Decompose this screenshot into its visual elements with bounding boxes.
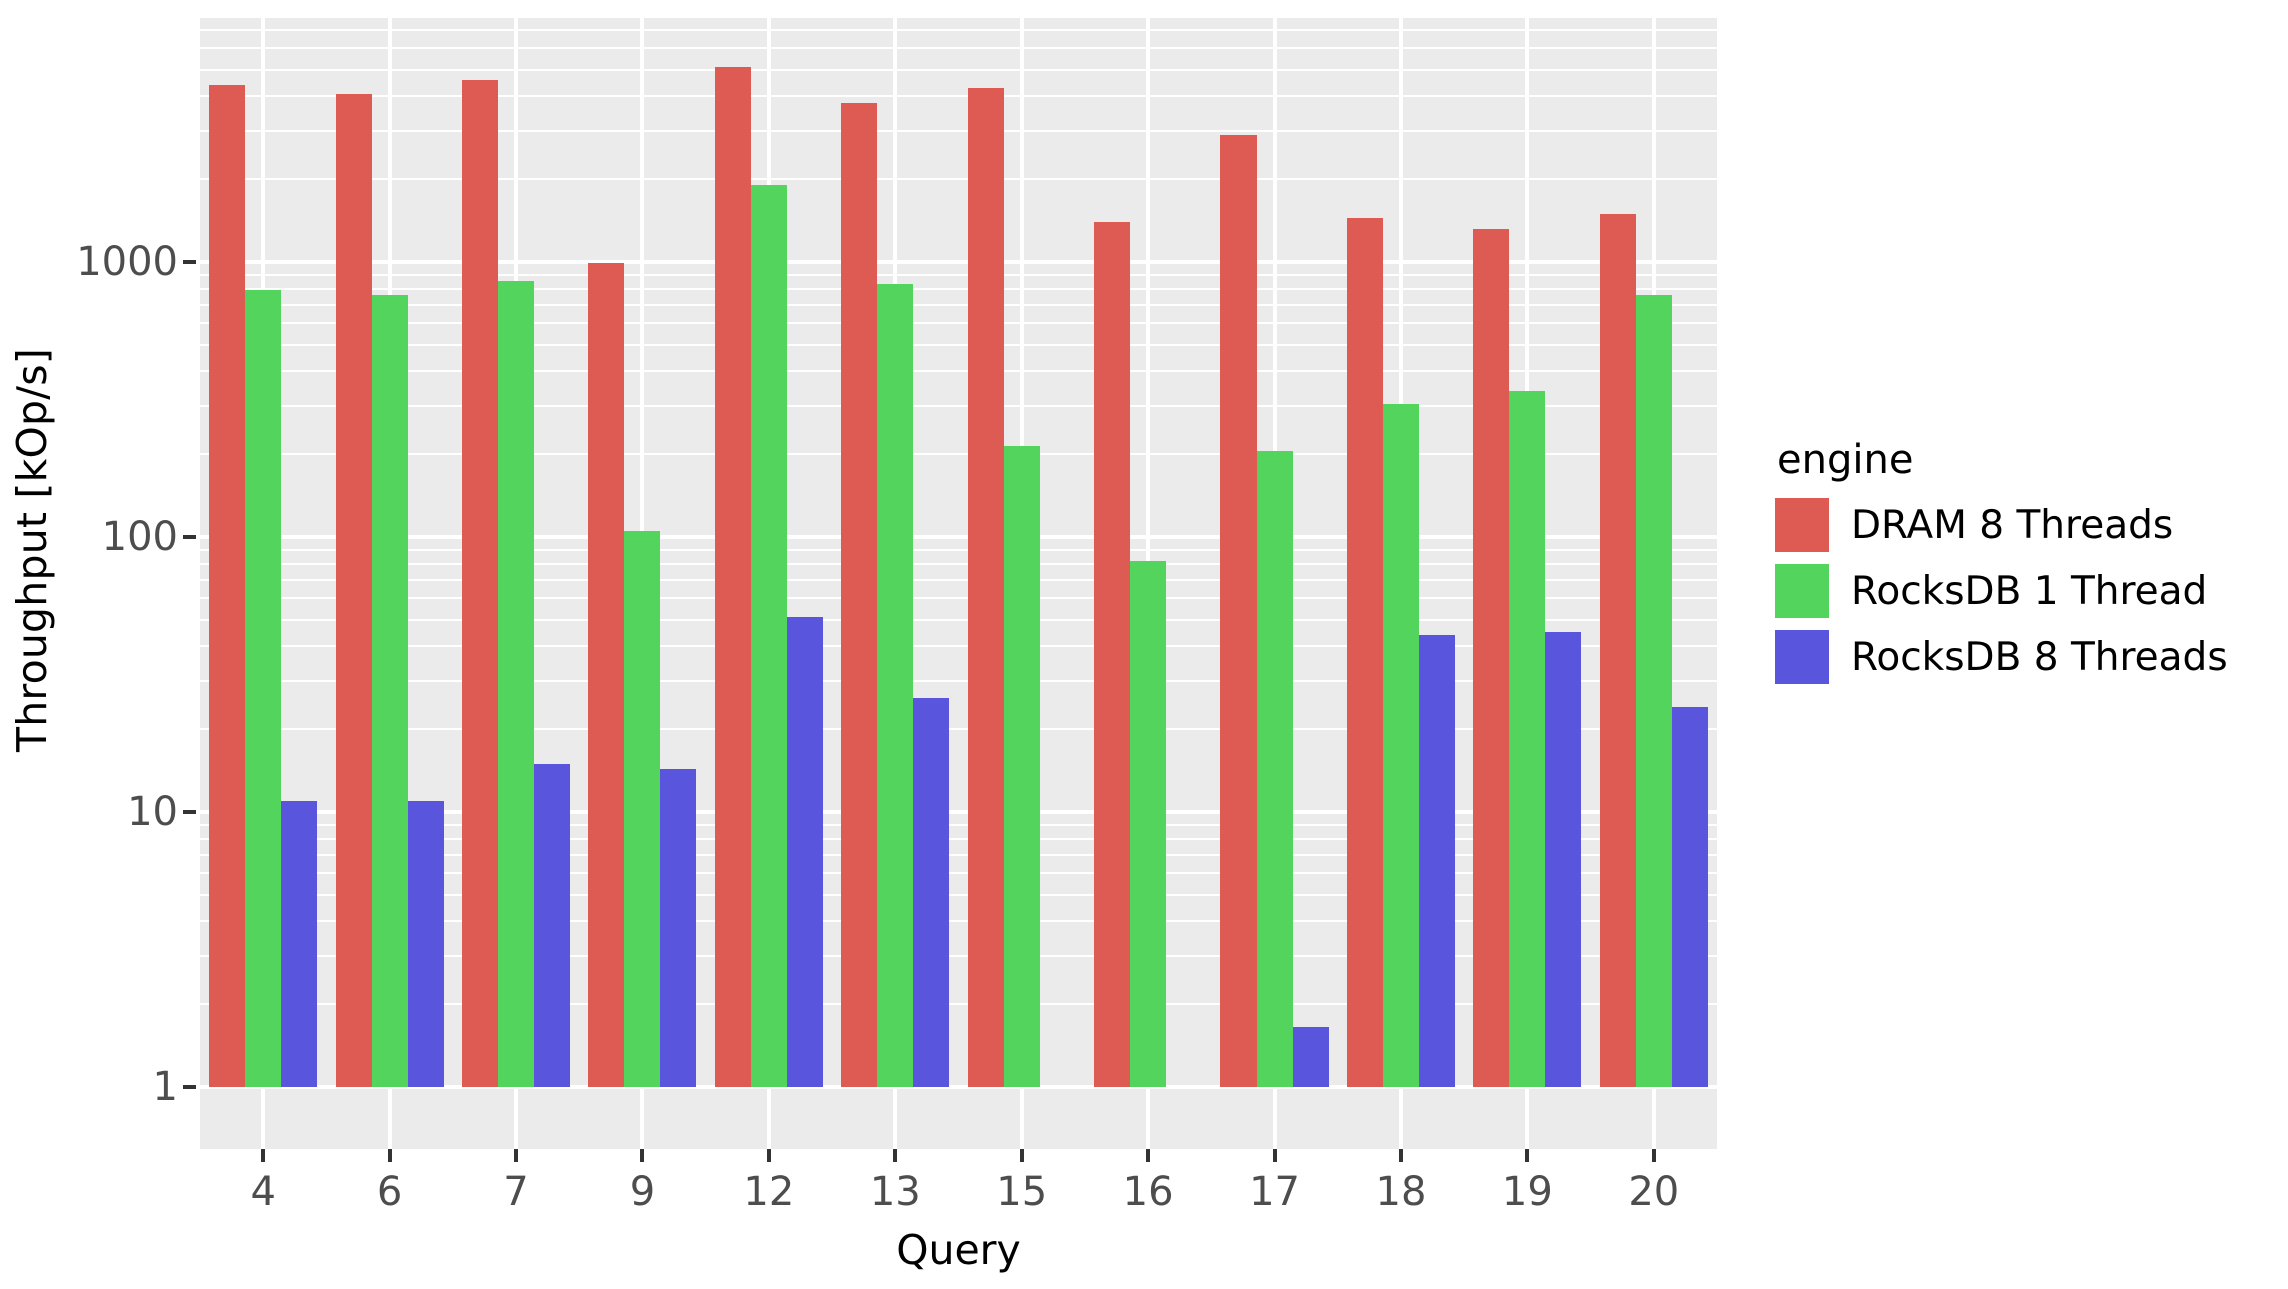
bar[interactable] xyxy=(1130,560,1167,1087)
bar[interactable] xyxy=(335,93,372,1087)
bar[interactable] xyxy=(407,800,444,1087)
legend-color-swatch xyxy=(1775,564,1829,618)
x-axis-tick-mark xyxy=(1019,1149,1024,1162)
x-axis-tick-mark xyxy=(640,1149,645,1162)
x-axis-title: Query xyxy=(896,1226,1021,1274)
bar[interactable] xyxy=(461,79,498,1087)
bar[interactable] xyxy=(534,763,571,1087)
bar-group xyxy=(967,18,1076,1149)
bar[interactable] xyxy=(281,800,318,1087)
y-axis-title-text: Throughput [kOp/s] xyxy=(8,348,56,752)
x-axis-tick-label: 15 xyxy=(996,1169,1048,1215)
bar[interactable] xyxy=(841,102,878,1087)
x-axis-tick-mark xyxy=(387,1149,392,1162)
x-axis-tick-mark xyxy=(1272,1149,1277,1162)
bar[interactable] xyxy=(750,185,787,1087)
bar-group xyxy=(461,18,571,1149)
bar-group xyxy=(588,18,697,1149)
legend: engine DRAM 8 Threads RocksDB 1 Thread Roc… xyxy=(1775,440,2275,690)
x-axis-tick-label: 7 xyxy=(503,1169,529,1215)
legend-entries: DRAM 8 Threads RocksDB 1 Thread RocksDB 8 … xyxy=(1775,492,2275,690)
y-axis-tick-mark xyxy=(183,260,196,264)
x-axis-tick-mark xyxy=(1398,1149,1403,1162)
legend-entry[interactable]: RocksDB 8 Threads xyxy=(1775,624,2275,690)
x-axis-tick-label: 17 xyxy=(1249,1169,1300,1215)
bar[interactable] xyxy=(1220,134,1257,1087)
x-axis-tick-mark xyxy=(1525,1149,1530,1162)
bar[interactable] xyxy=(1545,632,1582,1087)
bar-group xyxy=(1220,18,1329,1149)
bar[interactable] xyxy=(1599,213,1636,1087)
legend-entry-label: RocksDB 8 Threads xyxy=(1851,634,2228,680)
x-axis-tick-label: 6 xyxy=(376,1169,403,1215)
x-axis-tick-label: 12 xyxy=(743,1169,795,1215)
bar-group xyxy=(1094,18,1202,1149)
x-axis-tick-mark xyxy=(514,1149,519,1162)
x-axis-tick-mark xyxy=(1146,1149,1151,1162)
x-axis-tick-label: 16 xyxy=(1122,1169,1174,1215)
x-axis-tick-mark xyxy=(766,1149,771,1162)
legend-color-swatch xyxy=(1775,498,1829,552)
bar[interactable] xyxy=(498,281,535,1087)
bar[interactable] xyxy=(624,531,661,1087)
legend-title: engine xyxy=(1777,437,1914,483)
x-axis-tick-label: 9 xyxy=(629,1169,656,1215)
bar[interactable] xyxy=(1473,228,1510,1087)
x-axis-tick-label: 4 xyxy=(250,1169,276,1215)
legend-color-swatch xyxy=(1775,630,1829,684)
bar[interactable] xyxy=(1671,707,1708,1087)
bar[interactable] xyxy=(913,697,950,1087)
bar[interactable] xyxy=(371,294,408,1087)
y-axis-tick-label: 10 xyxy=(127,789,178,835)
bar[interactable] xyxy=(660,769,697,1087)
bar[interactable] xyxy=(714,67,751,1087)
bar[interactable] xyxy=(1094,221,1131,1087)
bar[interactable] xyxy=(1509,390,1546,1087)
y-axis-tick-mark xyxy=(183,1085,196,1089)
x-axis-tick-mark xyxy=(893,1149,898,1162)
y-axis-title: Throughput [kOp/s] xyxy=(0,0,64,1100)
x-axis-tick-mark xyxy=(1651,1149,1656,1162)
plot-panel xyxy=(200,18,1717,1149)
bar-group xyxy=(1473,18,1582,1149)
bar[interactable] xyxy=(1256,451,1293,1087)
bar[interactable] xyxy=(967,87,1004,1087)
bar[interactable] xyxy=(1418,635,1455,1087)
y-axis-tick-label: 1000 xyxy=(76,239,178,285)
y-axis-ticks: 1000 100 10 1 xyxy=(64,0,200,1289)
bar[interactable] xyxy=(786,617,823,1087)
legend-entry-label: RocksDB 1 Thread xyxy=(1851,568,2208,614)
bar[interactable] xyxy=(245,290,282,1087)
bar-group xyxy=(841,18,950,1149)
y-axis-tick-label: 100 xyxy=(101,514,178,560)
x-axis-tick-label: 18 xyxy=(1375,1169,1427,1215)
x-axis-tick-mark xyxy=(261,1149,266,1162)
y-axis-tick-mark xyxy=(183,810,196,814)
bar[interactable] xyxy=(1635,294,1672,1087)
bar[interactable] xyxy=(1346,217,1383,1087)
x-axis-tick-label: 19 xyxy=(1501,1169,1553,1215)
bar[interactable] xyxy=(209,85,246,1087)
x-axis-tick-label: 13 xyxy=(869,1169,921,1215)
bar-group xyxy=(1599,18,1708,1149)
y-axis-tick-mark xyxy=(183,535,196,539)
bar-series-container xyxy=(200,18,1717,1149)
bar[interactable] xyxy=(1292,1027,1329,1087)
chart-root: Throughput [kOp/s] 1000 100 10 1 4 6 7 9 12 13 15… xyxy=(0,0,2288,1289)
bar-group xyxy=(335,18,444,1149)
bar-group xyxy=(209,18,318,1149)
bar-group xyxy=(714,18,823,1149)
legend-entry[interactable]: RocksDB 1 Thread xyxy=(1775,558,2275,624)
bar[interactable] xyxy=(1003,445,1040,1087)
x-axis-tick-label: 20 xyxy=(1628,1169,1680,1215)
y-axis-tick-label: 1 xyxy=(152,1064,178,1110)
bar[interactable] xyxy=(588,263,625,1087)
bar[interactable] xyxy=(1382,403,1419,1087)
legend-entry[interactable]: DRAM 8 Threads xyxy=(1775,492,2275,558)
bar-group xyxy=(1346,18,1455,1149)
legend-entry-label: DRAM 8 Threads xyxy=(1851,502,2174,548)
bar[interactable] xyxy=(877,284,914,1087)
